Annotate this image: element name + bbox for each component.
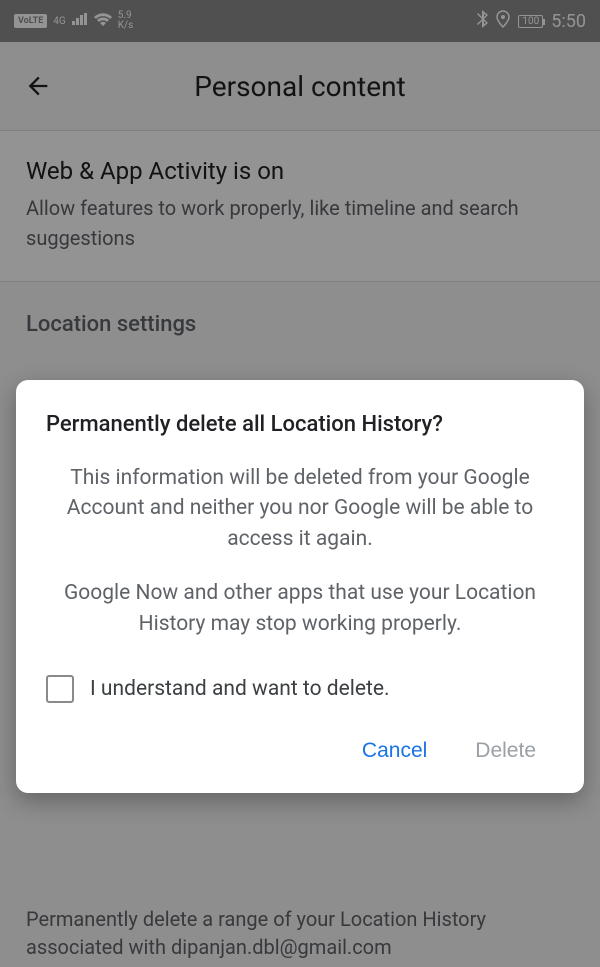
confirm-checkbox-row[interactable]: I understand and want to delete. [46, 675, 554, 703]
dialog-actions: Cancel Delete [46, 731, 554, 771]
checkbox-label: I understand and want to delete. [90, 677, 390, 701]
dialog-paragraph-1: This information will be deleted from yo… [46, 463, 554, 554]
delete-button[interactable]: Delete [471, 731, 540, 771]
checkbox-icon[interactable] [46, 675, 74, 703]
cancel-button[interactable]: Cancel [358, 731, 431, 771]
dialog-paragraph-2: Google Now and other apps that use your … [46, 578, 554, 639]
delete-location-history-dialog: Permanently delete all Location History?… [16, 380, 584, 793]
dialog-title: Permanently delete all Location History? [46, 412, 554, 437]
